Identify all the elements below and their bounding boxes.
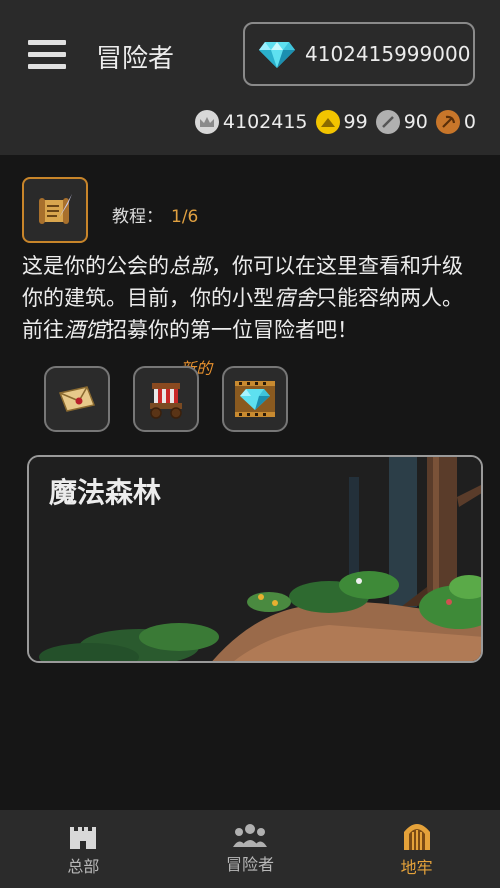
sword-coin-icon [375, 110, 400, 134]
tutorial-label-text: 教程： [112, 207, 163, 227]
diamond-icon [259, 42, 295, 68]
tutorial-label: 教程： 1/6 [112, 202, 198, 227]
tutorial-text: 这是你的公会的总部，你可以在这里查看和升级你的建筑。目前，你的小型宿舍只能容纳两… [22, 250, 478, 346]
nav-item-dungeon[interactable]: 地牢 [333, 810, 500, 888]
tutorial-text-part: 这是你的公会的 [22, 254, 169, 278]
nav-label: 总部 [67, 857, 100, 876]
pickaxe-coin-icon [435, 110, 460, 134]
resource-gold: 99 [315, 110, 368, 134]
nav-item-adventurers[interactable]: 冒险者 [167, 810, 334, 888]
dungeon-gate-icon [403, 824, 430, 850]
resource-row: 4102415 99 90 0 [187, 110, 476, 134]
menu-button[interactable] [28, 40, 66, 70]
tutorial-text-hq: 总部 [169, 254, 211, 278]
nav-item-headquarters[interactable]: 总部 [0, 810, 167, 888]
resource-pickaxe: 0 [435, 110, 476, 134]
wagon-shop-button[interactable] [133, 366, 199, 432]
bottom-nav: 总部 冒险者 地牢 [0, 810, 500, 888]
resource-crown: 4102415 [194, 110, 308, 134]
top-bar: 冒险者 4102415999000 4102415 99 90 0 [0, 0, 500, 155]
envelope-icon [58, 386, 96, 412]
tutorial-text-dorm: 宿舍 [274, 286, 316, 310]
dungeon-card-magic-forest[interactable]: 魔法森林 [27, 455, 483, 663]
page-title: 冒险者 [96, 44, 175, 74]
tutorial-text-tavern: 酒馆 [64, 318, 106, 342]
resource-sword: 90 [375, 110, 428, 134]
film-diamond-icon [235, 381, 275, 417]
crown-coin-icon [194, 110, 219, 134]
tutorial-progress: 1/6 [171, 207, 199, 227]
gem-count: 4102415999000 [305, 42, 471, 66]
nav-label: 地牢 [400, 858, 433, 877]
group-icon [233, 824, 267, 847]
tutorial-scroll-icon[interactable] [22, 177, 88, 243]
dungeon-name: 魔法森林 [49, 476, 162, 509]
gem-balance-button[interactable]: 4102415999000 [243, 22, 475, 86]
gold-coin-icon [315, 110, 340, 134]
mail-button[interactable] [44, 366, 110, 432]
wagon-icon [150, 383, 182, 419]
tutorial-text-part: 招募你的第一位冒险者吧！ [106, 318, 358, 342]
nav-label: 冒险者 [226, 855, 275, 874]
castle-icon [70, 827, 97, 849]
video-gem-button[interactable] [222, 366, 288, 432]
